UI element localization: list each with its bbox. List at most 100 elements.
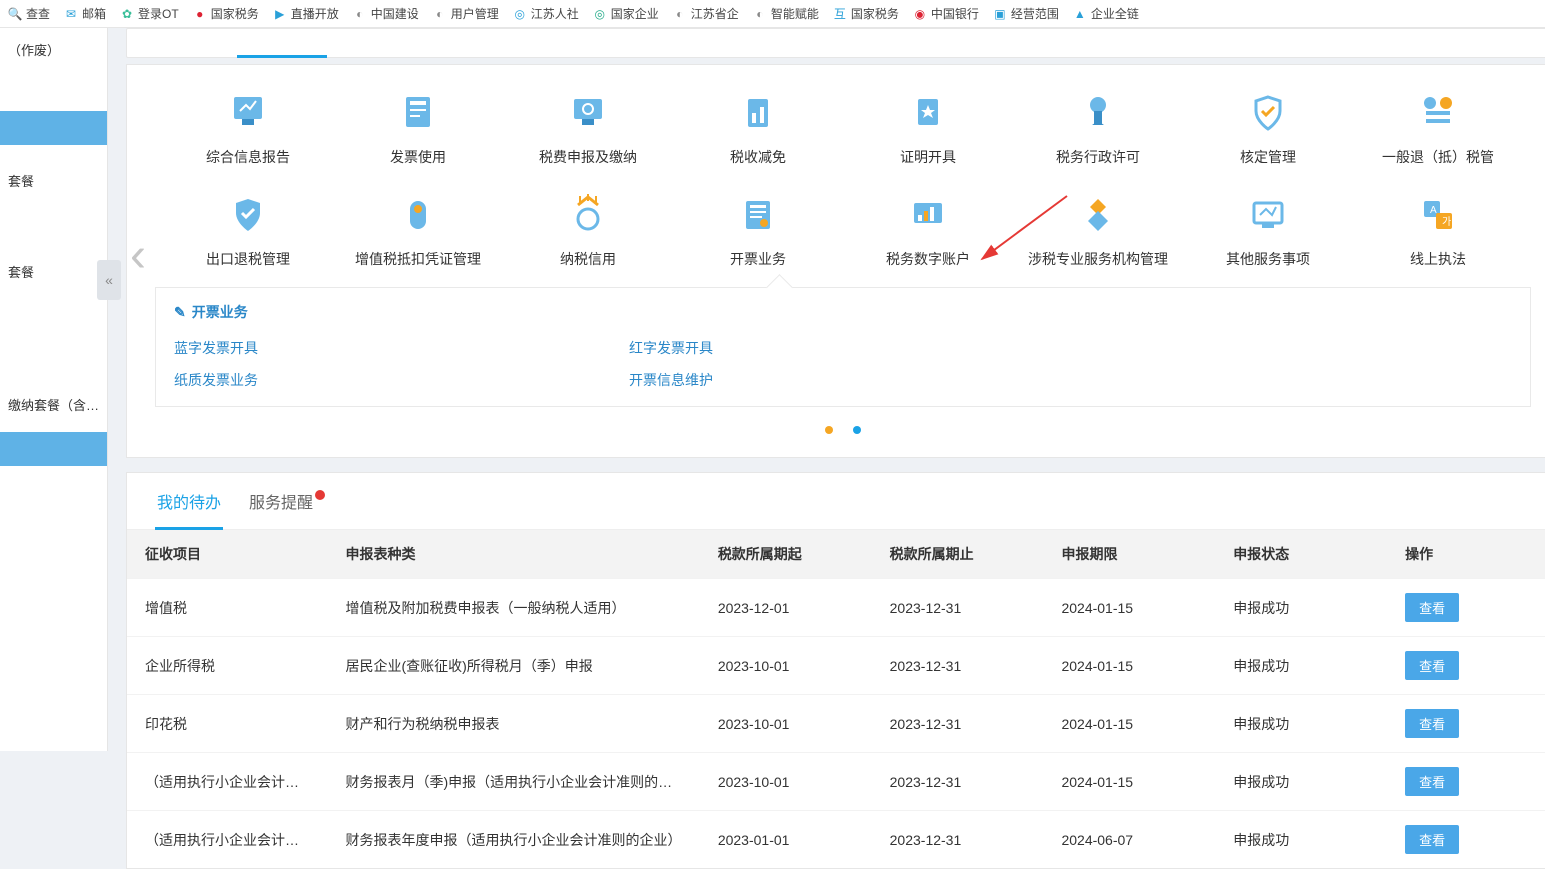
- permit-icon: [1076, 91, 1120, 135]
- service-cert[interactable]: 证明开具: [843, 91, 1013, 167]
- bookmark-9[interactable]: ◐ 江苏省企: [669, 3, 743, 24]
- cell-project: （适用执行小企业会计准则…: [127, 811, 327, 869]
- sidebar-item-4[interactable]: 缴纳套餐（含…: [0, 383, 107, 426]
- service-export[interactable]: 出口退税管理: [163, 193, 333, 269]
- carousel-dot-1[interactable]: [825, 426, 833, 434]
- service-invoice[interactable]: 开票业务: [673, 193, 843, 269]
- sidebar-item-selected-2[interactable]: [0, 432, 107, 466]
- service-shield[interactable]: 核定管理: [1183, 91, 1353, 167]
- sidebar-item-3[interactable]: 套餐: [0, 250, 107, 293]
- service-label: 一般退（抵）税管: [1353, 147, 1523, 167]
- chevron-left-icon: «: [105, 272, 113, 288]
- cell-start: 2023-10-01: [700, 695, 872, 753]
- service-pro[interactable]: 涉税专业服务机构管理: [1013, 193, 1183, 269]
- bookmark-11[interactable]: 互国家税务: [829, 3, 903, 24]
- sidebar-item-2[interactable]: 套餐: [0, 159, 107, 202]
- carousel-prev-button[interactable]: ‹: [121, 225, 155, 285]
- cell-status: 申报成功: [1215, 579, 1387, 637]
- bookmark-6[interactable]: ◐用户管理: [429, 3, 503, 24]
- svg-text:가: 가: [1442, 216, 1451, 228]
- other-icon: [1246, 193, 1290, 237]
- bookmark-label: 企业全链: [1091, 5, 1139, 22]
- cell-deadline: 2024-06-07: [1043, 811, 1215, 869]
- service-other[interactable]: 其他服务事项: [1183, 193, 1353, 269]
- bookmark-2[interactable]: ✿ 登录OT: [116, 3, 183, 24]
- services-row-1: 综合信息报告发票使用税费申报及缴纳税收减免证明开具税务行政许可核定管理一般退（抵…: [127, 83, 1545, 185]
- favicon-icon: 🔍: [8, 7, 22, 21]
- service-permit[interactable]: 税务行政许可: [1013, 91, 1183, 167]
- table-row: 增值税增值税及附加税费申报表（一般纳税人适用）2023-12-012023-12…: [127, 579, 1545, 637]
- view-button[interactable]: 查看: [1405, 651, 1459, 680]
- service-label: 涉税专业服务机构管理: [1013, 249, 1183, 269]
- law-icon: A가: [1416, 193, 1460, 237]
- view-button[interactable]: 查看: [1405, 709, 1459, 738]
- service-report[interactable]: 综合信息报告: [163, 91, 333, 167]
- sub-link-2[interactable]: 纸质发票业务: [174, 364, 629, 396]
- service-label: 出口退税管理: [163, 249, 333, 269]
- service-vat[interactable]: 增值税抵扣凭证管理: [333, 193, 503, 269]
- view-button[interactable]: 查看: [1405, 825, 1459, 854]
- view-button[interactable]: 查看: [1405, 593, 1459, 622]
- service-credit[interactable]: 纳税信用: [503, 193, 673, 269]
- cell-start: 2023-01-01: [700, 811, 872, 869]
- cell-action: 查看: [1387, 753, 1545, 811]
- sub-link-1[interactable]: 红字发票开具: [629, 332, 1084, 364]
- favicon-icon: ▣: [993, 7, 1007, 21]
- service-declare[interactable]: 税费申报及缴纳: [503, 91, 673, 167]
- sub-link-0[interactable]: 蓝字发票开具: [174, 332, 629, 364]
- bookmark-label: 国家税务: [851, 5, 899, 22]
- bookmark-label: 中国银行: [931, 5, 979, 22]
- sidebar-item-selected-1[interactable]: [0, 111, 107, 145]
- bookmark-label: 经营范围: [1011, 5, 1059, 22]
- sidebar-collapse-button[interactable]: «: [97, 260, 121, 300]
- view-button[interactable]: 查看: [1405, 767, 1459, 796]
- favicon-icon: ◐: [353, 7, 367, 21]
- table-row: 印花税财产和行为税纳税申报表2023-10-012023-12-312024-0…: [127, 695, 1545, 753]
- bookmark-7[interactable]: ◎江苏人社: [509, 3, 583, 24]
- bookmark-5[interactable]: ◐中国建设: [349, 3, 423, 24]
- service-reduce[interactable]: 税收减免: [673, 91, 843, 167]
- bookmark-3[interactable]: ●国家税务: [189, 3, 263, 24]
- digital-icon: [906, 193, 950, 237]
- invoice-icon: [736, 193, 780, 237]
- cell-action: 查看: [1387, 811, 1545, 869]
- report-icon: [226, 91, 270, 135]
- bookmark-bar: 🔍查查 ✉邮箱 ✿ 登录OT ●国家税务 ▶直播开放 ◐中国建设 ◐用户管理 ◎江苏人社 ◎国家企…: [0, 0, 1545, 28]
- sidebar-item-0[interactable]: （作废）: [0, 28, 107, 71]
- th-type: 申报表种类: [327, 530, 699, 579]
- bookmark-label: 江苏人社: [531, 5, 579, 22]
- bookmark-10[interactable]: ◐智能赋能: [749, 3, 823, 24]
- service-label: 税费申报及缴纳: [503, 147, 673, 167]
- carousel-dot-2[interactable]: [853, 426, 861, 434]
- bookmark-label: 国家企业: [611, 5, 659, 22]
- service-digital[interactable]: 税务数字账户: [843, 193, 1013, 269]
- tab-my-todo[interactable]: 我的待办: [143, 473, 235, 529]
- cell-deadline: 2024-01-15: [1043, 753, 1215, 811]
- service-label: 其他服务事项: [1183, 249, 1353, 269]
- tab-service-remind-label: 服务提醒: [249, 495, 313, 512]
- favicon-icon: ◐: [673, 7, 687, 21]
- bookmark-12[interactable]: ◉中国银行: [909, 3, 983, 24]
- bookmark-1[interactable]: ✉邮箱: [60, 3, 110, 24]
- favicon-icon: ◐: [433, 7, 447, 21]
- bookmark-4[interactable]: ▶直播开放: [269, 3, 343, 24]
- bookmark-label: 江苏省企: [691, 5, 739, 22]
- bookmark-14[interactable]: ▲企业全链: [1069, 3, 1143, 24]
- sub-link-3[interactable]: 开票信息维护: [629, 364, 1084, 396]
- service-invoice-use[interactable]: 发票使用: [333, 91, 503, 167]
- bookmark-label: 登录OT: [138, 5, 179, 22]
- bookmark-0[interactable]: 🔍查查: [4, 3, 54, 24]
- favicon-icon: ◐: [753, 7, 767, 21]
- service-law[interactable]: A가线上执法: [1353, 193, 1523, 269]
- cell-action: 查看: [1387, 637, 1545, 695]
- credit-icon: [566, 193, 610, 237]
- bookmark-13[interactable]: ▣ 经营范围: [989, 3, 1063, 24]
- cell-project: （适用执行小企业会计准则…: [127, 753, 327, 811]
- service-refund[interactable]: 一般退（抵）税管: [1353, 91, 1523, 167]
- favicon-icon: ▶: [273, 7, 287, 21]
- carousel-dots: [127, 407, 1545, 439]
- favicon-icon: ✿: [120, 7, 134, 21]
- sub-panel-links: 蓝字发票开具红字发票开具纸质发票业务开票信息维护: [174, 332, 1512, 396]
- bookmark-8[interactable]: ◎国家企业: [589, 3, 663, 24]
- tab-service-remind[interactable]: 服务提醒: [235, 473, 337, 529]
